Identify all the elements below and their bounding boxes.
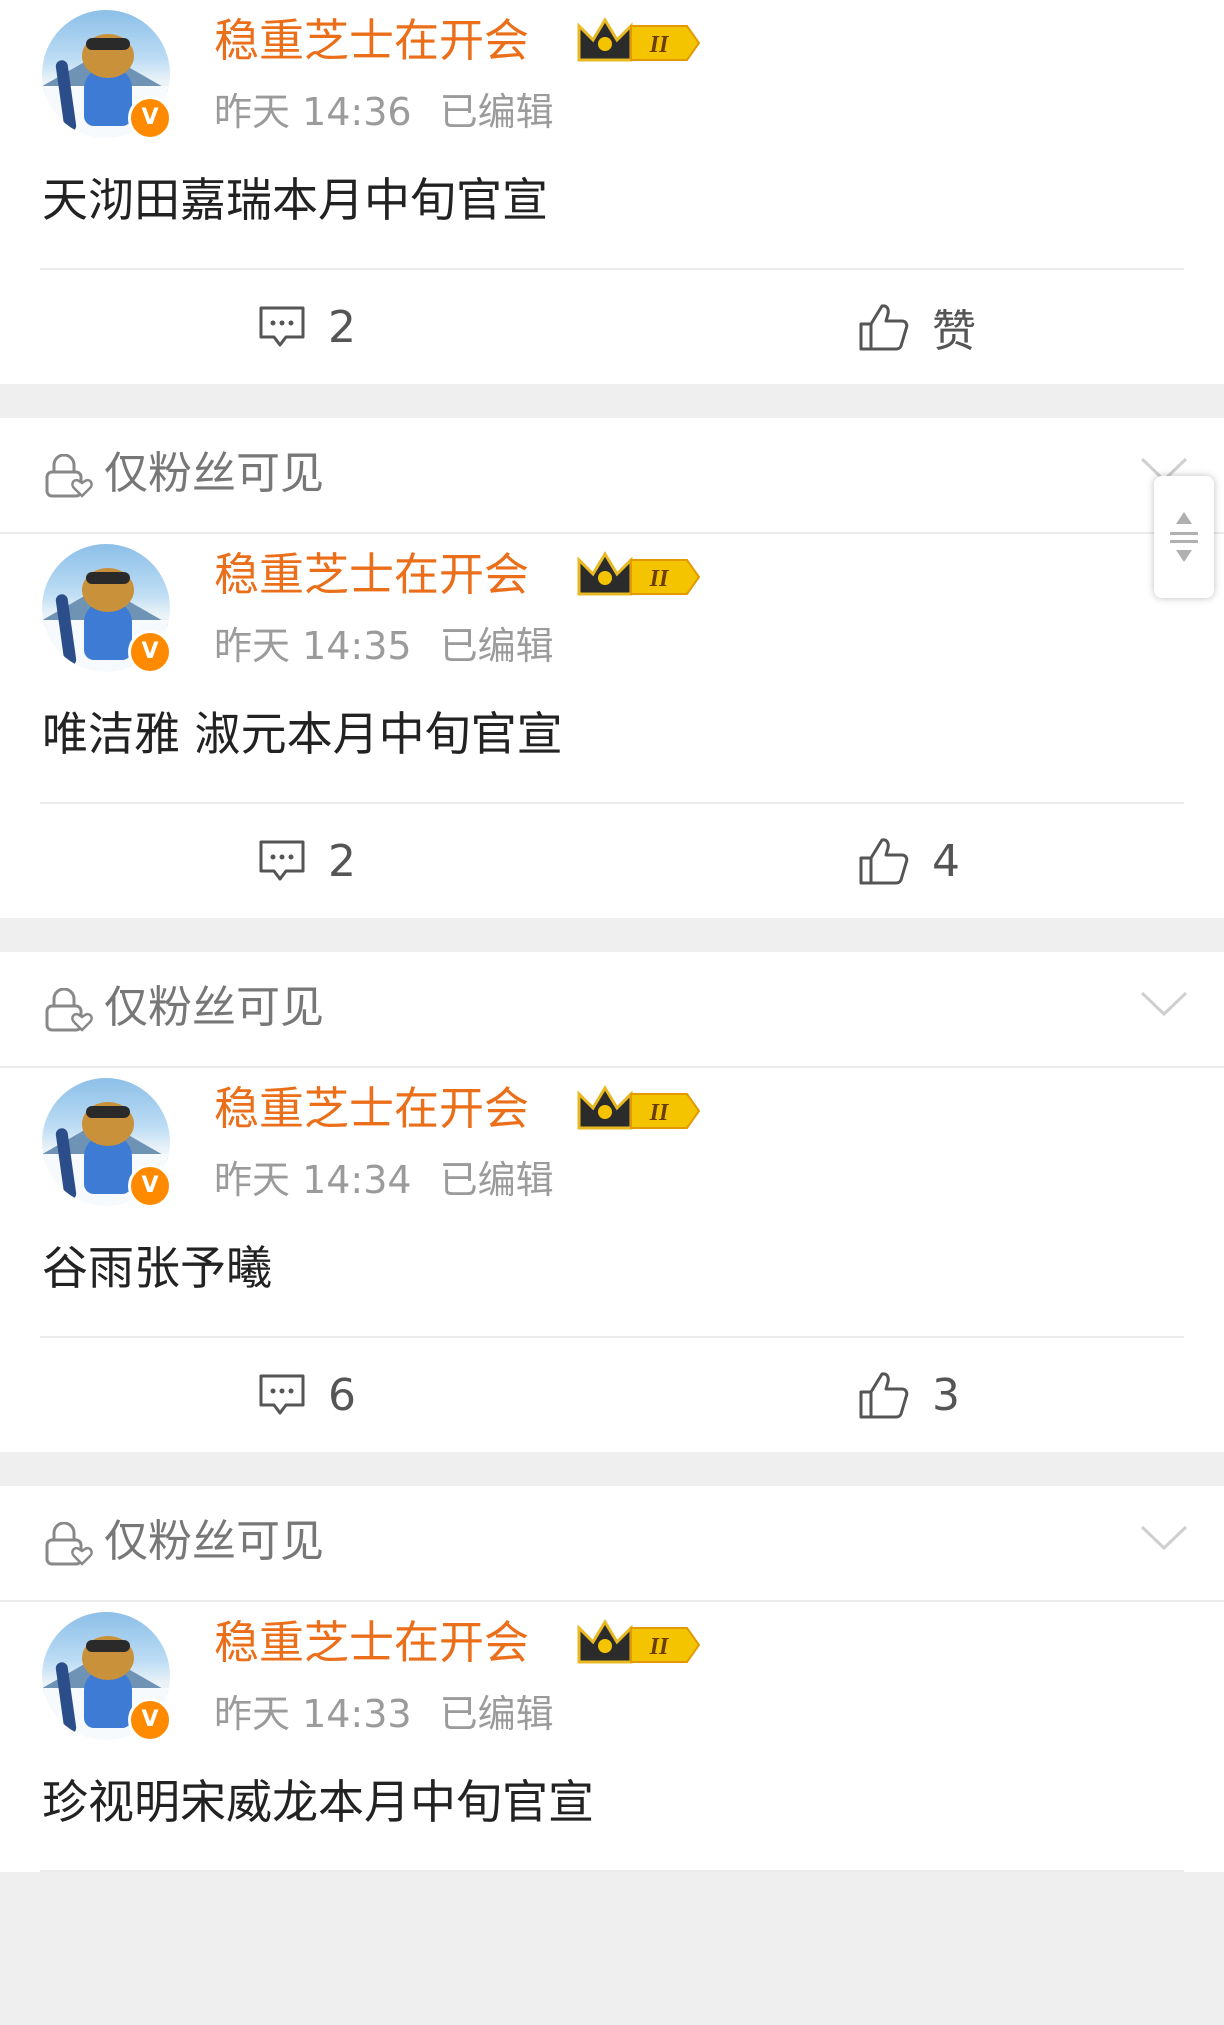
visibility-label: 仅粉丝可见 — [104, 448, 324, 499]
member-level-badge: II — [649, 1100, 670, 1126]
separator — [0, 1452, 1224, 1486]
divider — [40, 1870, 1184, 1872]
post-time: 昨天 14:34 — [214, 1158, 412, 1202]
post-actions: 2 赞 — [0, 270, 1224, 384]
comment-button[interactable]: 2 — [258, 804, 356, 918]
like-button[interactable]: 赞 — [858, 270, 976, 384]
author-name[interactable]: 稳重芝士在开会 — [214, 544, 529, 606]
visibility-row[interactable]: 仅粉丝可见 — [0, 418, 1224, 534]
scroll-arrows-icon — [1170, 512, 1198, 562]
avatar[interactable]: V — [42, 1078, 172, 1208]
post-content[interactable]: 珍视明宋威龙本月中旬官宣 — [42, 1770, 594, 1834]
member-level-badge: II — [649, 566, 670, 592]
lock-heart-icon — [45, 454, 93, 498]
thumbs-up-icon — [859, 838, 909, 885]
feed: V 稳重芝士在开会 II 昨天 14:36 已编辑 天沏田嘉瑞本月中旬官宣 2 — [0, 0, 1224, 1872]
post-header: V 稳重芝士在开会 II 昨天 14:35 已编辑 唯洁雅 淑元本月中旬官宣 — [0, 534, 1224, 804]
author-name[interactable]: 稳重芝士在开会 — [214, 1612, 529, 1674]
post-header: V 稳重芝士在开会 II 昨天 14:33 已编辑 珍视明宋威龙本月中旬官宣 — [0, 1602, 1224, 1872]
post-time: 昨天 14:36 — [214, 90, 412, 134]
chevron-down-icon[interactable] — [1140, 990, 1188, 1018]
author-name[interactable]: 稳重芝士在开会 — [214, 1078, 529, 1140]
post-card[interactable]: V 稳重芝士在开会 II 昨天 14:35 已编辑 唯洁雅 淑元本月中旬官宣 2… — [0, 534, 1224, 918]
like-button[interactable]: 3 — [858, 1338, 960, 1452]
verified-badge-icon: V — [128, 630, 172, 674]
comment-button[interactable]: 6 — [258, 1338, 356, 1452]
chevron-down-icon[interactable] — [1140, 1524, 1188, 1552]
post-meta: 昨天 14:33 已编辑 — [214, 1688, 554, 1740]
crown-icon: II — [577, 17, 701, 62]
member-level-badge: II — [649, 1634, 670, 1660]
comment-icon — [259, 840, 305, 881]
avatar[interactable]: V — [42, 544, 172, 674]
scroll-control[interactable] — [1154, 476, 1214, 598]
lock-heart-icon — [45, 988, 93, 1032]
comment-count: 2 — [328, 301, 356, 353]
post-header: V 稳重芝士在开会 II 昨天 14:36 已编辑 天沏田嘉瑞本月中旬官宣 — [0, 0, 1224, 270]
comment-count: 2 — [328, 835, 356, 887]
thumbs-up-icon — [859, 1372, 909, 1419]
post-content[interactable]: 谷雨张予曦 — [42, 1236, 272, 1300]
crown-icon: II — [577, 551, 701, 596]
comment-count: 6 — [328, 1369, 356, 1421]
post-content[interactable]: 唯洁雅 淑元本月中旬官宣 — [42, 702, 563, 766]
member-level-badge: II — [649, 32, 670, 58]
post-time: 昨天 14:35 — [214, 624, 412, 668]
like-count: 赞 — [932, 306, 976, 357]
avatar[interactable]: V — [42, 1612, 172, 1742]
lock-heart-icon — [45, 1522, 93, 1566]
post-meta: 昨天 14:36 已编辑 — [214, 86, 554, 138]
comment-button[interactable]: 2 — [258, 270, 356, 384]
post-meta: 昨天 14:34 已编辑 — [214, 1154, 554, 1206]
post-header: V 稳重芝士在开会 II 昨天 14:34 已编辑 谷雨张予曦 — [0, 1068, 1224, 1338]
post-card[interactable]: V 稳重芝士在开会 II 昨天 14:34 已编辑 谷雨张予曦 6 3 — [0, 1068, 1224, 1452]
like-button[interactable]: 4 — [858, 804, 960, 918]
visibility-row[interactable]: 仅粉丝可见 — [0, 1486, 1224, 1602]
thumbs-up-icon — [859, 304, 909, 351]
comment-icon — [259, 1374, 305, 1415]
visibility-row[interactable]: 仅粉丝可见 — [0, 952, 1224, 1068]
edited-label[interactable]: 已编辑 — [440, 624, 554, 668]
post-meta: 昨天 14:35 已编辑 — [214, 620, 554, 672]
visibility-label: 仅粉丝可见 — [104, 982, 324, 1033]
author-name[interactable]: 稳重芝士在开会 — [214, 10, 529, 72]
comment-icon — [259, 306, 305, 347]
post-actions: 2 4 — [0, 804, 1224, 918]
post-content[interactable]: 天沏田嘉瑞本月中旬官宣 — [42, 168, 548, 232]
separator — [0, 384, 1224, 418]
edited-label[interactable]: 已编辑 — [440, 1158, 554, 1202]
verified-badge-icon: V — [128, 1164, 172, 1208]
edited-label[interactable]: 已编辑 — [440, 1692, 554, 1736]
verified-badge-icon: V — [128, 1698, 172, 1742]
visibility-label: 仅粉丝可见 — [104, 1516, 324, 1567]
crown-icon: II — [577, 1619, 701, 1664]
verified-badge-icon: V — [128, 96, 172, 140]
like-count: 4 — [932, 835, 960, 887]
avatar[interactable]: V — [42, 10, 172, 140]
post-card[interactable]: V 稳重芝士在开会 II 昨天 14:33 已编辑 珍视明宋威龙本月中旬官宣 — [0, 1602, 1224, 1872]
edited-label[interactable]: 已编辑 — [440, 90, 554, 134]
post-time: 昨天 14:33 — [214, 1692, 412, 1736]
crown-icon: II — [577, 1085, 701, 1130]
separator — [0, 918, 1224, 952]
post-actions: 6 3 — [0, 1338, 1224, 1452]
post-card[interactable]: V 稳重芝士在开会 II 昨天 14:36 已编辑 天沏田嘉瑞本月中旬官宣 2 — [0, 0, 1224, 384]
like-count: 3 — [932, 1369, 960, 1421]
